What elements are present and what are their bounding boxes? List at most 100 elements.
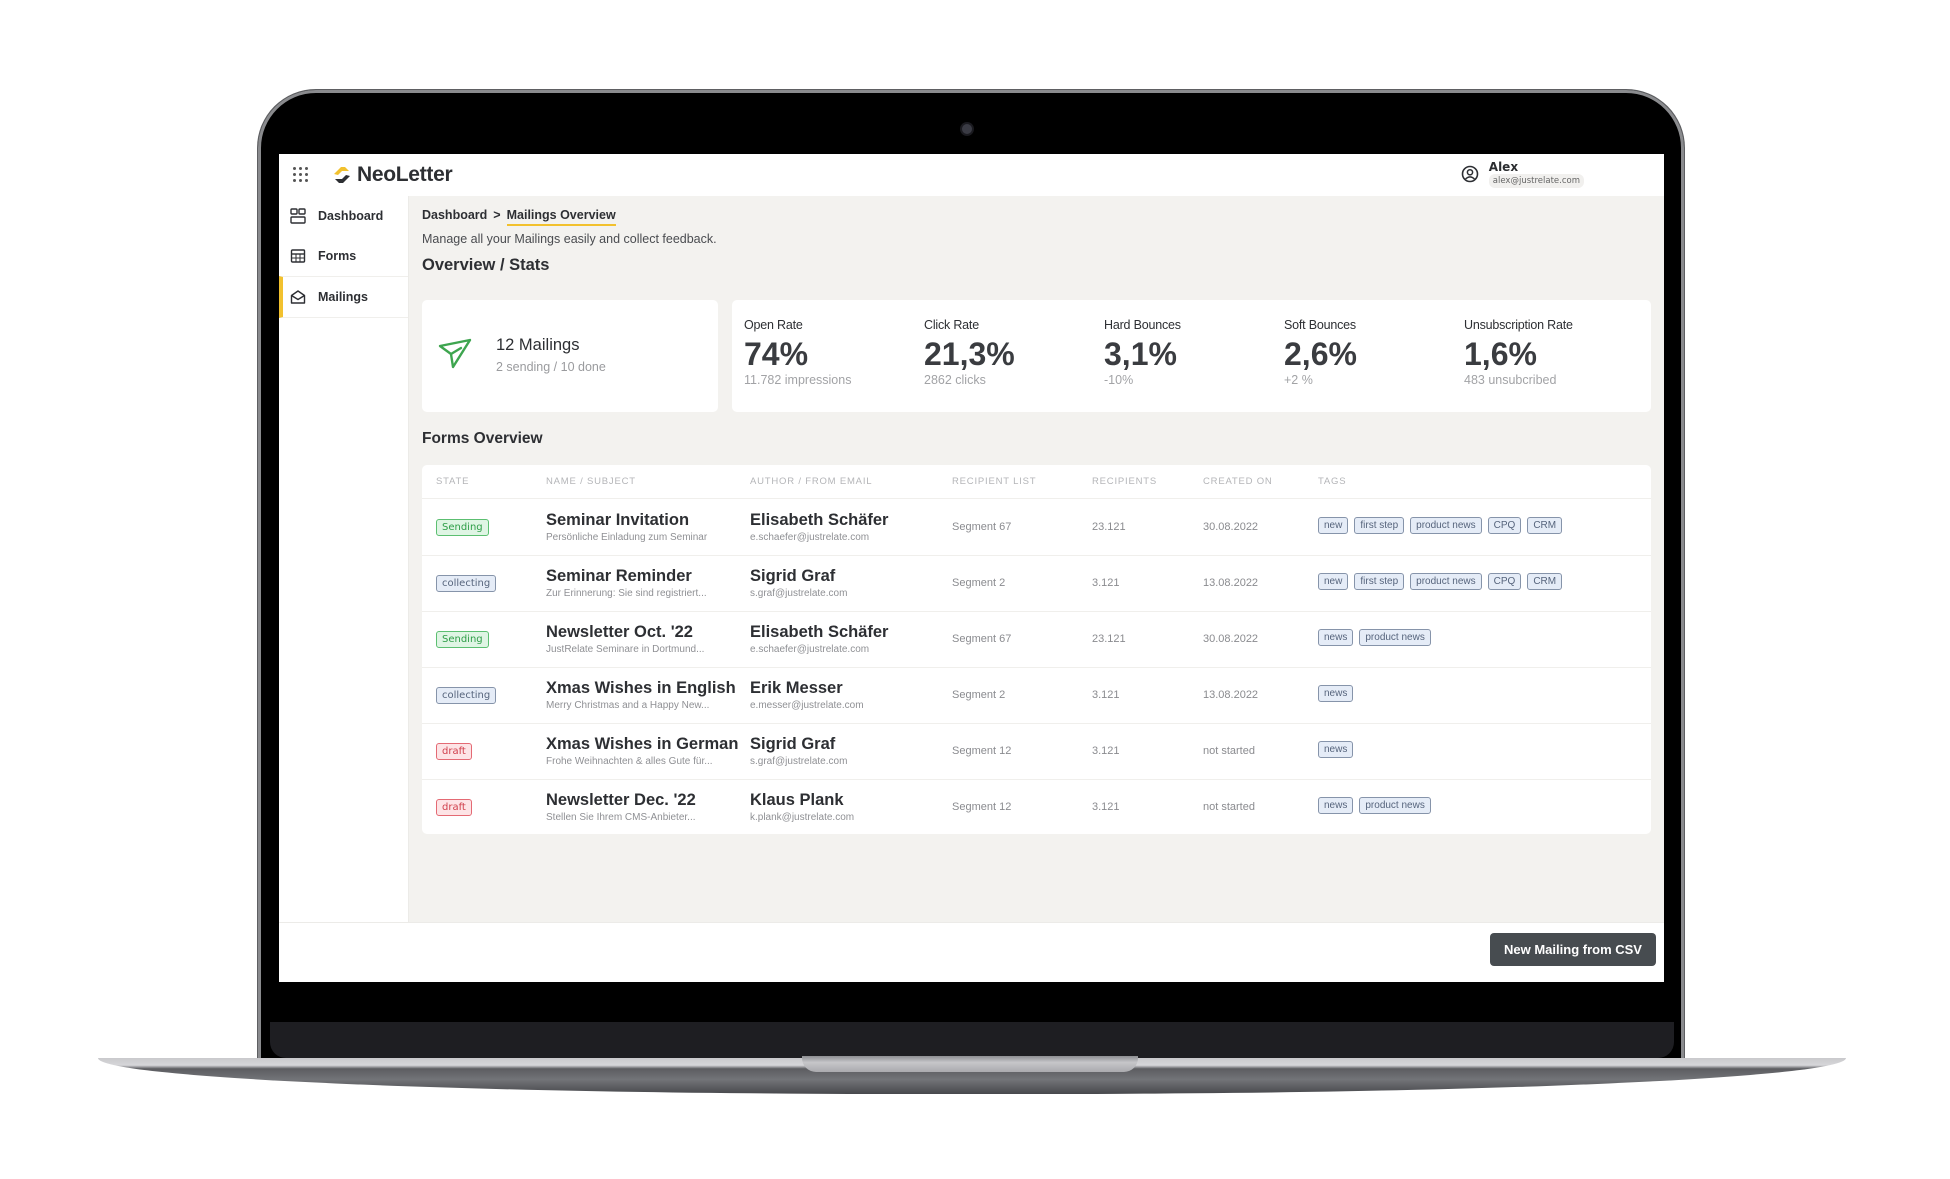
mailing-name[interactable]: Newsletter Dec. '22 — [546, 791, 696, 810]
tag[interactable]: product news — [1359, 797, 1431, 814]
user-email: alex@justrelate.com — [1488, 174, 1584, 188]
mailing-subject: JustRelate Seminare in Dortmund... — [546, 644, 705, 655]
author-email: e.schaefer@justrelate.com — [750, 644, 870, 655]
breadcrumb-separator: > — [493, 208, 501, 222]
sidebar-item-forms[interactable]: Forms — [279, 236, 408, 276]
author-email: e.messer@justrelate.com — [750, 700, 864, 711]
created-on: 30.08.2022 — [1203, 521, 1259, 533]
forms-heading: Forms Overview — [422, 430, 543, 447]
recipients-count: 3.121 — [1092, 745, 1120, 757]
column-header[interactable]: CREATED ON — [1203, 476, 1273, 487]
mailing-subject: Stellen Sie Ihrem CMS-Anbieter... — [546, 812, 696, 823]
recipients-count: 3.121 — [1092, 689, 1120, 701]
neoletter-logo-icon — [334, 167, 350, 183]
recipient-list: Segment 2 — [952, 577, 1006, 589]
created-on: 13.08.2022 — [1203, 689, 1259, 701]
tag[interactable]: CPQ — [1487, 573, 1522, 590]
tag[interactable]: first step — [1354, 517, 1405, 534]
recipient-list: Segment 67 — [952, 633, 1012, 645]
sidebar-item-label: Mailings — [318, 290, 369, 304]
created-on: not started — [1203, 745, 1255, 757]
footer-bar: New Mailing from CSV — [279, 922, 1664, 982]
main-content: Dashboard > Mailings Overview Manage all… — [409, 196, 1664, 922]
mailing-name[interactable]: Seminar Invitation — [546, 511, 689, 530]
status-badge: collecting — [436, 575, 497, 592]
mailing-name[interactable]: Seminar Reminder — [546, 567, 692, 586]
paper-plane-icon — [438, 338, 472, 369]
column-header[interactable]: STATE — [436, 476, 469, 487]
stat-value: 74% — [744, 336, 809, 372]
recipients-count: 23.121 — [1092, 521, 1126, 533]
tag[interactable]: CRM — [1527, 573, 1563, 590]
app-logo[interactable]: NeoLetter — [331, 163, 453, 187]
app-grid-icon[interactable] — [293, 167, 309, 183]
breadcrumb-root[interactable]: Dashboard — [422, 208, 487, 226]
table-row[interactable]: draft Newsletter Dec. '22 Stellen Sie Ihre… — [422, 779, 1651, 835]
tag-list: news product news — [1318, 629, 1431, 646]
mailing-name[interactable]: Newsletter Oct. '22 — [546, 623, 693, 642]
stat-sub: +2 % — [1284, 373, 1313, 387]
sidebar-item-mailings[interactable]: Mailings — [279, 276, 408, 318]
table-row[interactable]: draft Xmas Wishes in German Frohe Weihnach… — [422, 723, 1651, 780]
tag[interactable]: CRM — [1527, 517, 1563, 534]
tag[interactable]: product news — [1410, 573, 1482, 590]
author-email: e.schaefer@justrelate.com — [750, 532, 870, 543]
tag[interactable]: news — [1318, 797, 1354, 814]
envelope-open-icon — [290, 290, 306, 304]
tag-list: news product news — [1318, 797, 1431, 814]
mailings-status: 2 sending / 10 done — [496, 360, 606, 374]
tag[interactable]: news — [1318, 685, 1354, 702]
stat-value: 3,1% — [1104, 336, 1177, 372]
table-header: STATE NAME / SUBJECT AUTHOR / FROM EMAIL… — [422, 465, 1651, 499]
new-mailing-from-csv-button[interactable]: New Mailing from CSV — [1490, 933, 1656, 966]
table-row[interactable]: Sending Seminar Invitation Persönliche Ein… — [422, 499, 1651, 556]
column-header[interactable]: NAME / SUBJECT — [546, 476, 636, 487]
recipients-count: 3.121 — [1092, 577, 1120, 589]
mailing-subject: Merry Christmas and a Happy New... — [546, 700, 710, 711]
stat-sub: 2862 clicks — [924, 373, 986, 387]
table-row[interactable]: Sending Newsletter Oct. '22 JustRelate Sem… — [422, 611, 1651, 668]
stat-click-rate: Click Rate 21,3% 2862 clicks — [924, 318, 1104, 387]
mailing-subject: Zur Erinnerung: Sie sind registriert... — [546, 588, 707, 599]
table-row[interactable]: collecting Seminar Reminder Zur Erinnerung… — [422, 555, 1651, 612]
status-badge: Sending — [436, 631, 489, 648]
top-bar: NeoLetter Alex alex@justrelate.com — [279, 154, 1664, 197]
tag[interactable]: news — [1318, 741, 1354, 758]
mailing-name[interactable]: Xmas Wishes in English — [546, 679, 736, 698]
tag[interactable]: news — [1318, 629, 1354, 646]
sidebar-item-dashboard[interactable]: Dashboard — [279, 196, 408, 236]
stat-open-rate: Open Rate 74% 11.782 impressions — [744, 318, 924, 387]
column-header[interactable]: TAGS — [1318, 476, 1346, 487]
mailings-table: STATE NAME / SUBJECT AUTHOR / FROM EMAIL… — [422, 465, 1651, 834]
user-menu[interactable]: Alex alex@justrelate.com — [1461, 160, 1584, 188]
tag[interactable]: new — [1318, 573, 1349, 590]
author-name: Sigrid Graf — [750, 735, 836, 753]
dashboard-icon — [290, 208, 306, 224]
status-badge: draft — [436, 799, 472, 816]
created-on: not started — [1203, 801, 1255, 813]
tag[interactable]: product news — [1410, 517, 1482, 534]
author-email: k.plank@justrelate.com — [750, 812, 855, 823]
tag[interactable]: CPQ — [1487, 517, 1522, 534]
overview-heading: Overview / Stats — [422, 256, 550, 274]
stat-sub: -10% — [1104, 373, 1134, 387]
table-row[interactable]: collecting Xmas Wishes in English Merry Ch… — [422, 667, 1651, 724]
camera-icon — [962, 124, 972, 134]
mailings-summary-card: 12 Mailings 2 sending / 10 done — [422, 300, 718, 412]
tag[interactable]: product news — [1359, 629, 1431, 646]
user-name: Alex — [1488, 160, 1519, 174]
stat-hard-bounces: Hard Bounces 3,1% -10% — [1104, 318, 1284, 387]
column-header[interactable]: AUTHOR / FROM EMAIL — [750, 476, 872, 487]
recipient-list: Segment 12 — [952, 745, 1012, 757]
recipient-list: Segment 12 — [952, 801, 1012, 813]
mailing-name[interactable]: Xmas Wishes in German — [546, 735, 738, 754]
column-header[interactable]: RECIPIENT LIST — [952, 476, 1036, 487]
status-badge: Sending — [436, 519, 489, 536]
recipient-list: Segment 2 — [952, 689, 1006, 701]
tag[interactable]: new — [1318, 517, 1349, 534]
sidebar-item-label: Forms — [318, 249, 357, 263]
column-header[interactable]: RECIPIENTS — [1092, 476, 1157, 487]
tag[interactable]: first step — [1354, 573, 1405, 590]
status-badge: collecting — [436, 687, 497, 704]
sidebar: Dashboard Forms Mailings — [279, 196, 409, 922]
